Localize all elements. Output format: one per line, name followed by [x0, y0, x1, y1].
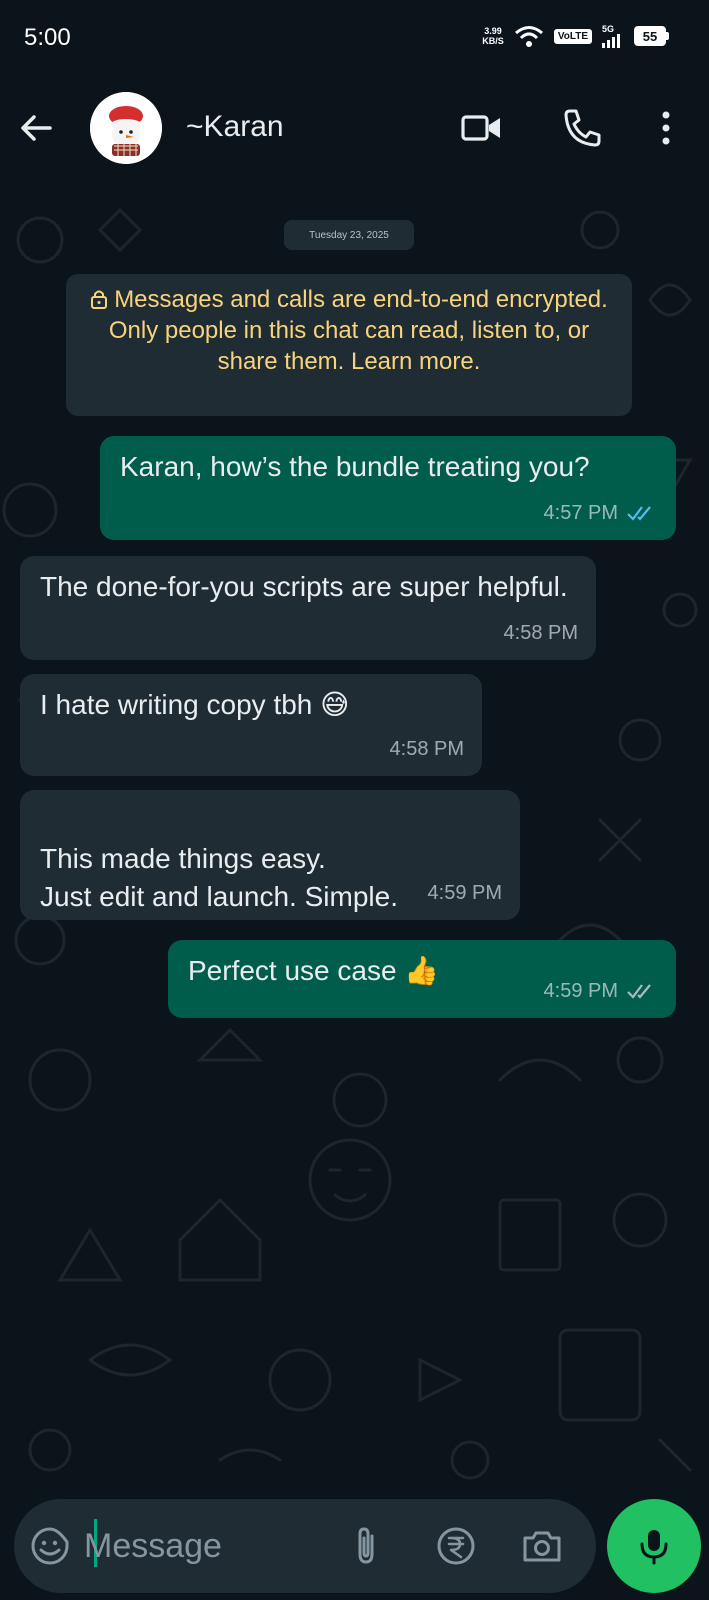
message-meta: 4:59 PM [544, 972, 658, 1010]
message-bubble-outgoing[interactable]: Perfect use case 👍 4:59 PM [168, 940, 676, 1018]
lock-icon [91, 290, 108, 309]
status-time: 5:00 [24, 24, 71, 51]
microphone-icon [640, 1530, 668, 1565]
message-text: I hate writing copy tbh 😅 [40, 689, 350, 720]
message-text: Karan, how’s the bundle treating you? [120, 451, 590, 482]
status-icons: 3.99 KB/S VoLTE 5G 55 [482, 24, 669, 48]
message-composer [0, 1495, 709, 1600]
message-text: Perfect use case 👍 [188, 955, 440, 986]
volte-badge: VoLTE [553, 28, 592, 44]
voice-call-icon[interactable] [560, 106, 604, 150]
message-meta: 4:58 PM [504, 614, 578, 652]
battery-indicator: 55 [634, 26, 669, 46]
battery-tip [666, 32, 669, 40]
message-text: This made things easy. Just edit and lau… [40, 843, 398, 912]
net-speed-indicator: 3.99 KB/S [482, 26, 504, 46]
battery-level: 55 [634, 26, 666, 46]
network-type: 5G [602, 23, 615, 34]
message-input-pill [14, 1499, 596, 1593]
video-call-icon[interactable] [460, 106, 504, 150]
signal-bars-icon [602, 33, 620, 48]
date-chip: Tuesday 23, 2025 [284, 220, 414, 250]
rupee-payment-icon[interactable] [434, 1524, 478, 1568]
wifi-icon [514, 26, 543, 47]
emoji-sticker-icon[interactable] [28, 1524, 72, 1568]
message-time: 4:57 PM [543, 502, 618, 524]
more-options-icon[interactable] [644, 106, 688, 150]
message-input[interactable] [84, 1519, 344, 1573]
voice-message-button[interactable] [607, 1499, 701, 1593]
encryption-notice[interactable]: Messages and calls are end-to-end encryp… [66, 274, 632, 416]
message-bubble-incoming[interactable]: I hate writing copy tbh 😅 4:58 PM [20, 674, 482, 776]
message-bubble-incoming[interactable]: The done-for-you scripts are super helpf… [20, 556, 596, 660]
encryption-notice-text: Messages and calls are end-to-end encryp… [108, 286, 608, 375]
status-bar: 5:00 3.99 KB/S VoLTE 5G 55 [0, 0, 709, 78]
camera-icon[interactable] [520, 1524, 564, 1568]
message-time: 4:58 PM [389, 738, 464, 760]
message-text: The done-for-you scripts are super helpf… [40, 571, 568, 602]
chat-area[interactable]: Tuesday 23, 2025 Messages and calls are … [0, 180, 709, 1495]
net-speed-value: 3.99 [484, 26, 502, 36]
contact-avatar[interactable] [90, 92, 162, 164]
message-meta: 4:59 PM [428, 874, 502, 912]
signal-strength: 5G [602, 23, 624, 48]
message-time: 4:59 PM [543, 980, 618, 1002]
read-ticks-icon [627, 506, 651, 521]
snowman-avatar-icon [90, 92, 162, 164]
message-time: 4:59 PM [427, 882, 502, 904]
net-speed-unit: KB/S [482, 36, 504, 46]
message-bubble-outgoing[interactable]: Karan, how’s the bundle treating you? 4:… [100, 436, 676, 540]
contact-name[interactable]: ~Karan [186, 110, 284, 144]
message-time: 4:58 PM [503, 622, 578, 644]
message-meta: 4:58 PM [390, 730, 464, 768]
chat-header: ~Karan [0, 78, 709, 180]
attach-paperclip-icon[interactable] [344, 1524, 388, 1568]
delivered-ticks-icon [627, 984, 651, 999]
message-bubble-incoming[interactable]: This made things easy. Just edit and lau… [20, 790, 520, 920]
back-arrow-icon[interactable] [16, 108, 56, 148]
message-meta: 4:57 PM [544, 494, 658, 532]
